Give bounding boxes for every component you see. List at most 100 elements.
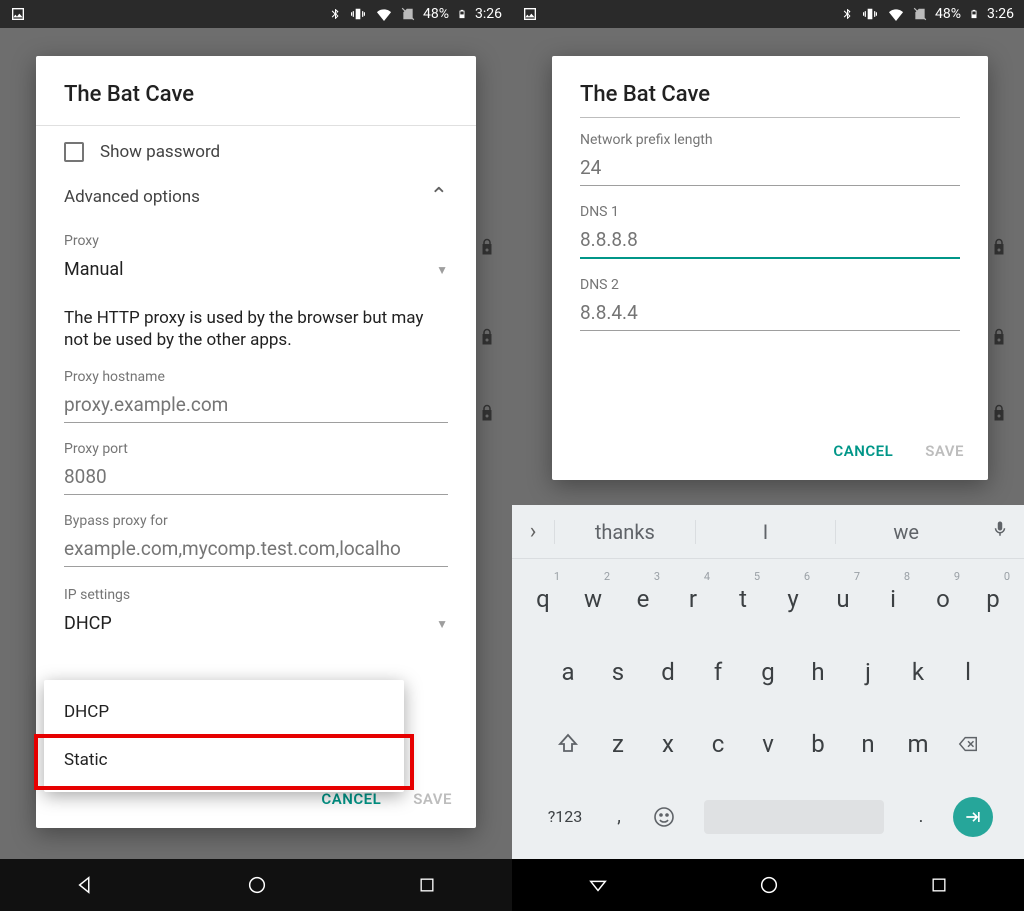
keyboard-row-1: q1w2e3r4t5y6u7i8o9p0 [514,566,1022,632]
mic-icon[interactable] [976,518,1024,545]
key-j[interactable]: j [843,639,893,705]
key-b[interactable]: b [793,711,843,777]
key-n[interactable]: n [843,711,893,777]
key-a[interactable]: a [543,639,593,705]
key-w[interactable]: w2 [568,566,618,632]
recents-icon[interactable] [929,875,949,895]
dialog-title: The Bat Cave [552,56,988,117]
proxy-section-label: Proxy [64,233,448,249]
show-password-label: Show password [100,142,220,162]
key-e[interactable]: e3 [618,566,668,632]
key-o[interactable]: o9 [918,566,968,632]
suggestion-expand-icon[interactable]: › [512,519,554,544]
proxy-port-label: Proxy port [64,441,448,457]
key-i[interactable]: i8 [868,566,918,632]
advanced-options-label: Advanced options [64,187,200,207]
lock-icon [990,238,1008,260]
dns2-input[interactable] [580,293,960,331]
enter-key[interactable] [942,784,1004,850]
lock-icon [478,238,496,260]
save-button[interactable]: SAVE [409,784,456,814]
clock: 3:26 [475,6,502,22]
key-s[interactable]: s [593,639,643,705]
wifi-edit-dialog: The Bat Cave Network prefix length DNS 1… [552,56,988,480]
home-icon[interactable] [758,874,780,896]
suggestion-3[interactable]: we [835,520,976,544]
save-button[interactable]: SAVE [921,436,968,466]
ip-settings-dropdown: DHCP Static [44,680,404,792]
home-icon[interactable] [246,874,268,896]
keyboard-row-2: asdfghjkl [514,639,1022,705]
image-icon [10,6,26,22]
ip-settings-select[interactable]: DHCP ▼ [64,603,448,639]
lock-icon [990,404,1008,426]
dropdown-icon: ▼ [436,617,448,631]
key-l[interactable]: l [943,639,993,705]
cancel-button[interactable]: CANCEL [829,436,897,466]
symbols-key[interactable]: ?123 [532,784,598,850]
back-icon[interactable] [587,874,609,896]
key-r[interactable]: r4 [668,566,718,632]
key-y[interactable]: y6 [768,566,818,632]
show-password-row[interactable]: Show password [64,126,448,170]
dropdown-item-static[interactable]: Static [44,736,404,784]
dns1-input[interactable] [580,220,960,259]
key-d[interactable]: d [643,639,693,705]
proxy-hostname-input[interactable] [64,385,448,423]
proxy-port-input[interactable] [64,457,448,495]
recents-icon[interactable] [417,875,437,895]
key-m[interactable]: m [893,711,943,777]
key-q[interactable]: q1 [518,566,568,632]
keyboard-row-3: zxcvbnm [514,711,1022,777]
battery-pct: 48% [935,6,961,22]
bluetooth-icon [329,6,341,22]
vibrate-icon [861,7,879,21]
space-key[interactable] [688,784,900,850]
advanced-options-row[interactable]: Advanced options ⌃ [64,170,448,217]
period-key[interactable]: . [900,784,942,850]
back-icon[interactable] [75,874,97,896]
key-t[interactable]: t5 [718,566,768,632]
key-v[interactable]: v [743,711,793,777]
ip-settings-label: IP settings [64,587,448,603]
key-h[interactable]: h [793,639,843,705]
lock-icon [990,328,1008,350]
key-c[interactable]: c [693,711,743,777]
suggestion-2[interactable]: I [695,520,836,544]
wifi-icon [887,7,905,21]
bypass-proxy-input[interactable] [64,529,448,567]
dns1-label: DNS 1 [580,204,960,220]
key-u[interactable]: u7 [818,566,868,632]
bypass-proxy-label: Bypass proxy for [64,513,448,529]
clock: 3:26 [987,6,1014,22]
key-z[interactable]: z [593,711,643,777]
key-k[interactable]: k [893,639,943,705]
dropdown-item-dhcp[interactable]: DHCP [44,688,404,736]
backspace-key[interactable] [943,711,993,777]
statusbar: 48% 3:26 [512,0,1024,28]
prefix-length-input[interactable] [580,148,960,186]
key-x[interactable]: x [643,711,693,777]
proxy-helper-text: The HTTP proxy is used by the browser bu… [64,307,448,351]
proxy-select[interactable]: Manual ▼ [64,249,448,285]
key-p[interactable]: p0 [968,566,1018,632]
emoji-key[interactable] [640,784,688,850]
key-g[interactable]: g [743,639,793,705]
statusbar: 48% 3:26 [0,0,512,28]
no-sim-icon [913,6,927,22]
dns2-label: DNS 2 [580,277,960,293]
soft-keyboard: › thanks I we q1w2e3r4t5y6u7i8o9p0 asdfg… [512,505,1024,859]
phone-screenshot-right: 48% 3:26 The Bat Cave Network prefix len… [512,0,1024,911]
suggestion-1[interactable]: thanks [554,520,695,544]
dialog-title: The Bat Cave [36,56,476,126]
no-sim-icon [401,6,415,22]
proxy-hostname-label: Proxy hostname [64,369,448,385]
keyboard-row-4: ?123 , . [514,784,1022,850]
android-navbar [512,859,1024,911]
lock-icon [478,328,496,350]
comma-key[interactable]: , [598,784,640,850]
checkbox-icon[interactable] [64,142,84,162]
shift-key[interactable] [543,711,593,777]
key-f[interactable]: f [693,639,743,705]
battery-icon [457,6,467,22]
